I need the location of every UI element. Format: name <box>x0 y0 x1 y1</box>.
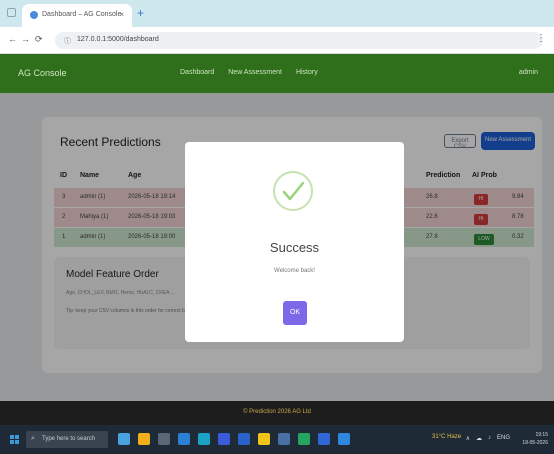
tab-title: Dashboard – AG Console <box>42 11 122 18</box>
clock-time: 19:15 <box>535 432 548 438</box>
footer-text: © Prediction 2026 AG Ltd <box>243 409 311 415</box>
reload-icon[interactable]: ⟳ <box>35 34 43 45</box>
settings-icon[interactable] <box>238 433 250 445</box>
page-footer: © Prediction 2026 AG Ltd <box>0 401 554 425</box>
nav-link-dashboard[interactable]: Dashboard <box>180 69 214 76</box>
url-input[interactable]: ⓘ 127.0.0.1:5000/dashboard <box>55 32 543 49</box>
browser-tabstrip: Dashboard – AG Console × + <box>0 0 554 27</box>
os-taskbar: ⌕ Type here to search 31°C Haze ∧ ☁ ♪ EN… <box>0 425 554 454</box>
language-indicator[interactable]: ENG <box>497 435 510 442</box>
edge-icon[interactable] <box>178 433 190 445</box>
tray-chevron-icon[interactable]: ∧ <box>466 435 470 442</box>
mail-icon[interactable] <box>218 433 230 445</box>
nav-links: Dashboard New Assessment History <box>180 69 318 76</box>
address-bar-row: ← → ⟳ ⓘ 127.0.0.1:5000/dashboard ⋮ <box>0 27 554 54</box>
url-text: 127.0.0.1:5000/dashboard <box>77 36 159 43</box>
widgets-icon[interactable] <box>118 433 130 445</box>
close-tab-icon[interactable]: × <box>119 10 124 19</box>
brand-logo[interactable]: AG Console <box>18 68 67 78</box>
whatsapp-icon[interactable] <box>298 433 310 445</box>
system-tray: ∧ ☁ ♪ ENG <box>466 435 510 442</box>
taskbar-clock[interactable]: 19:15 18-05-2026 <box>522 431 548 447</box>
window-menu-icon[interactable] <box>7 8 16 17</box>
modal-message: Welcome back! <box>274 268 315 274</box>
windows-start-icon[interactable] <box>10 435 19 444</box>
user-menu[interactable]: admin <box>519 69 538 76</box>
vscode-icon[interactable] <box>318 433 330 445</box>
clock-date: 18-05-2026 <box>522 440 548 446</box>
volume-icon[interactable]: ♪ <box>488 435 491 442</box>
success-modal: Success Welcome back! OK <box>185 142 404 342</box>
search-icon: ⌕ <box>31 435 35 442</box>
modal-ok-button[interactable]: OK <box>283 301 307 325</box>
weather-widget[interactable]: 31°C Haze <box>432 434 461 440</box>
network-icon[interactable]: ☁ <box>476 435 482 442</box>
favicon-icon <box>30 11 38 19</box>
site-info-icon[interactable]: ⓘ <box>64 36 71 46</box>
taskbar-search-placeholder: Type here to search <box>42 436 96 442</box>
success-check-icon <box>273 171 313 211</box>
app-icon[interactable] <box>338 433 350 445</box>
browser-tab[interactable]: Dashboard – AG Console × <box>22 4 132 27</box>
chrome-icon[interactable] <box>278 433 290 445</box>
forward-icon[interactable]: → <box>21 34 30 44</box>
screen: Dashboard – AG Console × + ← → ⟳ ⓘ 127.0… <box>0 0 554 454</box>
file-explorer-icon[interactable] <box>158 433 170 445</box>
nav-link-history[interactable]: History <box>296 69 318 76</box>
nav-link-new-assessment[interactable]: New Assessment <box>228 69 282 76</box>
modal-title: Success <box>269 240 320 255</box>
taskbar-search-input[interactable]: ⌕ Type here to search <box>26 431 108 448</box>
task-view-icon[interactable] <box>138 433 150 445</box>
back-icon[interactable]: ← <box>8 34 17 44</box>
folder-icon[interactable] <box>258 433 270 445</box>
store-icon[interactable] <box>198 433 210 445</box>
app-navbar: AG Console Dashboard New Assessment Hist… <box>0 54 554 93</box>
browser-menu-icon[interactable]: ⋮ <box>536 33 546 44</box>
new-tab-icon[interactable]: + <box>137 6 144 20</box>
